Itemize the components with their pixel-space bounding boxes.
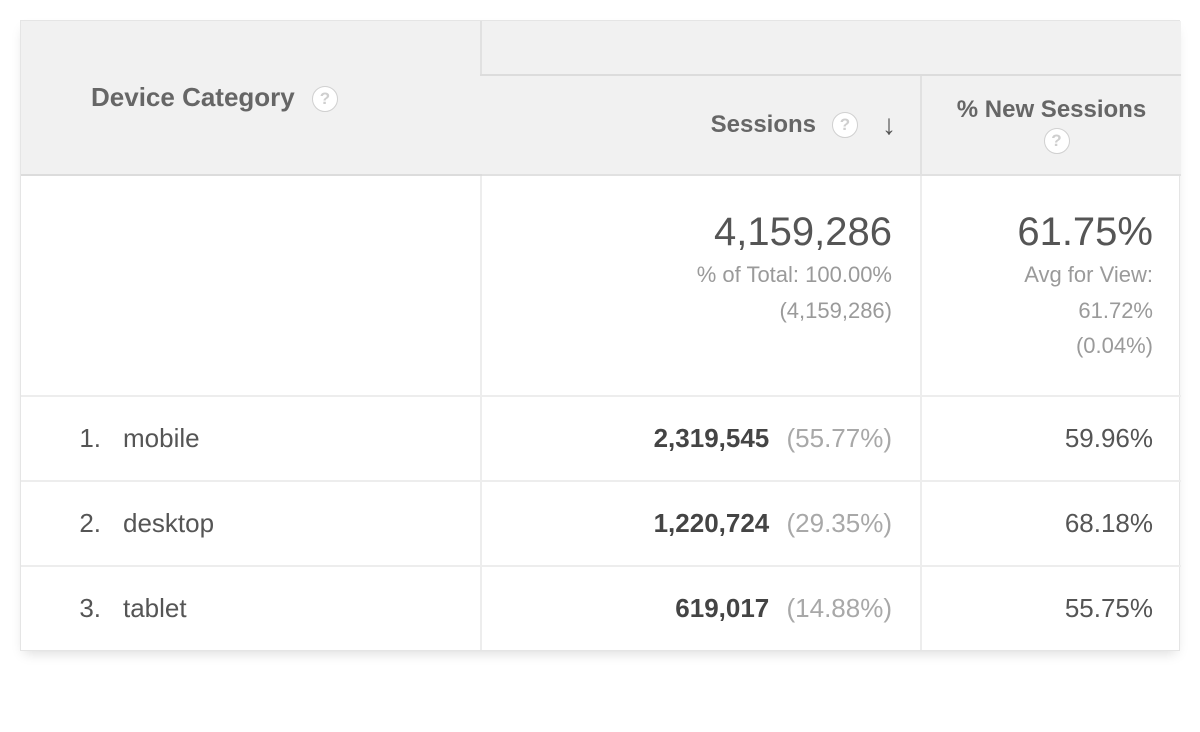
row-sessions-value: 2,319,545 [654,423,770,453]
sort-descending-icon[interactable]: ↓ [882,109,896,141]
summary-new-sessions-sub2: 61.72% [950,296,1153,326]
dimension-header-label: Device Category [91,82,295,112]
table-row[interactable]: 2. desktop 1,220,724 (29.35%) 68.18% [21,481,1181,566]
row-new-sessions-value: 55.75% [1065,593,1153,623]
row-label: desktop [123,508,214,539]
row-sessions-cell: 2,319,545 (55.77%) [481,396,921,481]
row-sessions-cell: 619,017 (14.88%) [481,566,921,650]
summary-new-sessions-cell: 61.75% Avg for View: 61.72% (0.04%) [921,175,1181,396]
row-rank: 2. [69,508,101,539]
summary-new-sessions-sub3: (0.04%) [950,331,1153,361]
summary-row: 4,159,286 % of Total: 100.00% (4,159,286… [21,175,1181,396]
help-icon[interactable]: ? [1044,128,1070,154]
row-sessions-pct: (14.88%) [787,593,893,623]
summary-sessions-cell: 4,159,286 % of Total: 100.00% (4,159,286… [481,175,921,396]
row-new-sessions-value: 68.18% [1065,508,1153,538]
new-sessions-header[interactable]: % New Sessions ? [921,75,1181,175]
row-sessions-value: 1,220,724 [654,508,770,538]
row-rank: 1. [69,423,101,454]
row-label: mobile [123,423,200,454]
row-new-sessions-value: 59.96% [1065,423,1153,453]
sessions-header[interactable]: Sessions ? ↓ [481,75,921,175]
dimension-cell: 2. desktop [21,481,481,566]
help-icon[interactable]: ? [312,86,338,112]
table-row[interactable]: 3. tablet 619,017 (14.88%) 55.75% [21,566,1181,650]
sessions-header-label: Sessions [711,111,816,139]
summary-new-sessions-value: 61.75% [950,210,1153,254]
summary-sessions-sub2: (4,159,286) [510,296,892,326]
dimension-cell: 3. tablet [21,566,481,650]
row-new-sessions-cell: 55.75% [921,566,1181,650]
dimension-header[interactable]: Device Category ? [21,21,481,175]
row-new-sessions-cell: 59.96% [921,396,1181,481]
report-table: Device Category ? Sessions ? ↓ % New Ses… [21,21,1181,650]
table-row[interactable]: 1. mobile 2,319,545 (55.77%) 59.96% [21,396,1181,481]
summary-sessions-value: 4,159,286 [510,210,892,254]
help-icon[interactable]: ? [832,112,858,138]
row-rank: 3. [69,593,101,624]
new-sessions-header-label: % New Sessions [957,96,1146,124]
row-sessions-value: 619,017 [675,593,769,623]
metrics-group-header [481,21,1181,75]
device-category-report: Device Category ? Sessions ? ↓ % New Ses… [20,20,1180,651]
row-sessions-cell: 1,220,724 (29.35%) [481,481,921,566]
summary-dimension-cell [21,175,481,396]
data-rows: 1. mobile 2,319,545 (55.77%) 59.96% 2. [21,396,1181,650]
row-label: tablet [123,593,187,624]
row-sessions-pct: (29.35%) [787,508,893,538]
summary-sessions-sub1: % of Total: 100.00% [510,260,892,290]
dimension-cell: 1. mobile [21,396,481,481]
row-new-sessions-cell: 68.18% [921,481,1181,566]
row-sessions-pct: (55.77%) [787,423,893,453]
summary-new-sessions-sub1: Avg for View: [950,260,1153,290]
